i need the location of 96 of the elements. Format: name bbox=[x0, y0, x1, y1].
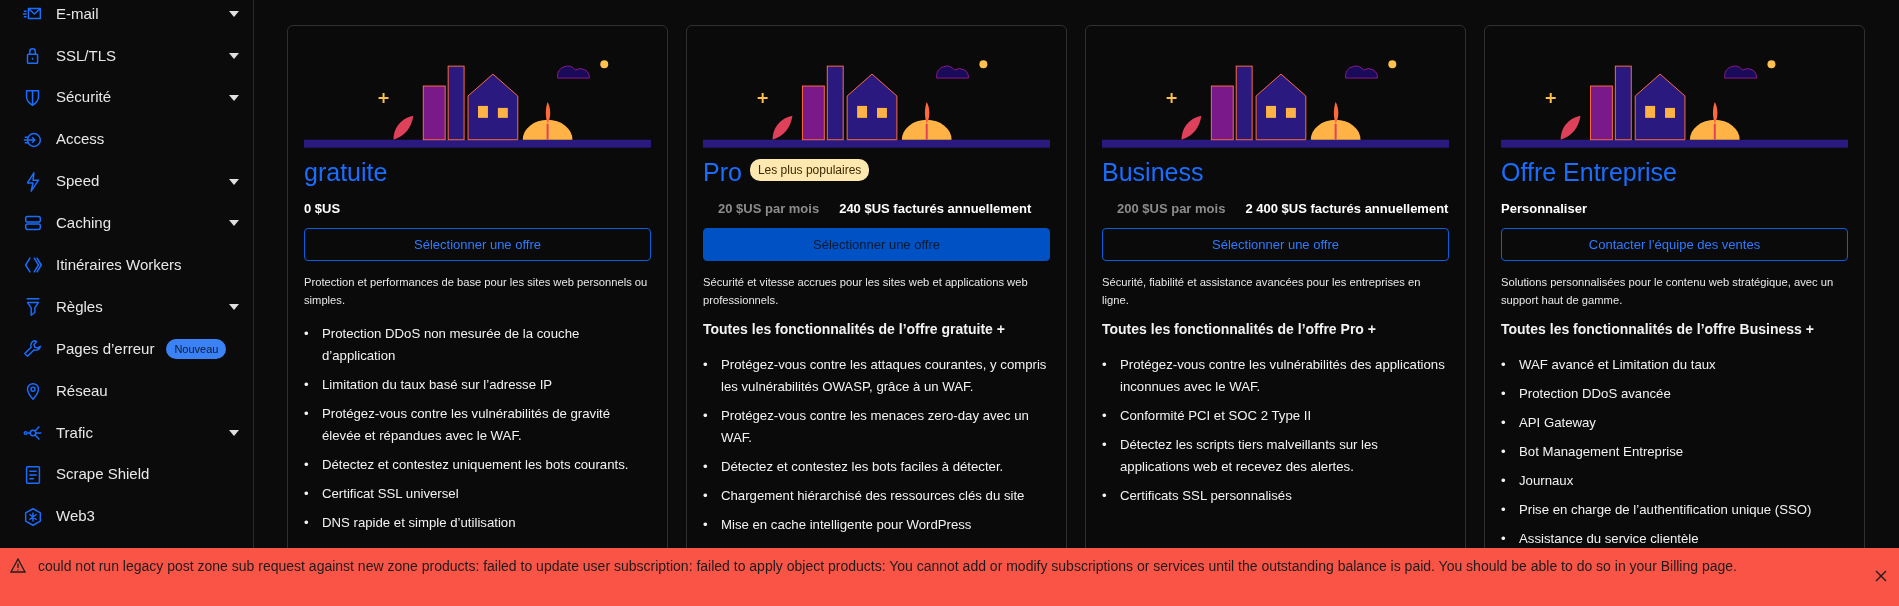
sidebar-item[interactable]: Scrape Shield bbox=[22, 453, 239, 496]
features-heading: Toutes les fonctionnalités de l’offre Business + bbox=[1501, 320, 1815, 339]
sidebar-item-label: Web3 bbox=[56, 506, 95, 527]
sidebar-item[interactable]: Web3 bbox=[22, 495, 239, 538]
sidebar-item[interactable]: Caching bbox=[22, 202, 239, 245]
sidebar-item[interactable]: Speed bbox=[22, 160, 239, 203]
feature-item: Assistance du service clientèle bbox=[1519, 530, 1699, 548]
bullet: • bbox=[703, 407, 709, 425]
feature-item: Détectez les scripts tiers malveillants sur les applications web et recevez des alertes. bbox=[1120, 436, 1379, 476]
sidebar-item-label: Itinéraires Workers bbox=[56, 255, 182, 276]
close-icon[interactable] bbox=[1875, 570, 1887, 582]
feature-item: Protection DDoS non mesurée de la couche d’application bbox=[322, 325, 581, 365]
feature-item: Prise en charge de l’authentification unique (SSO) bbox=[1519, 501, 1812, 519]
feature-item: Protection DDoS avancée bbox=[1519, 385, 1671, 403]
bullet: • bbox=[1501, 385, 1507, 403]
cube-icon bbox=[22, 505, 44, 528]
plan-description: Protection et performances de base pour les sites web personnels ou simples. bbox=[304, 275, 649, 308]
monthly-price: 200 $US par mois bbox=[1116, 199, 1226, 218]
bullet: • bbox=[1102, 436, 1108, 454]
feature-item: Détectez et contestez uniquement les bots courants. bbox=[322, 456, 629, 474]
sidebar-item-label: E-mail bbox=[56, 3, 99, 24]
bullet: • bbox=[304, 485, 310, 503]
new-badge: Nouveau bbox=[166, 338, 227, 360]
bullet: • bbox=[703, 356, 709, 374]
sidebar-item[interactable]: Sécurité bbox=[22, 76, 239, 119]
plan-description: Sécurité, fiabilité et assistance avancées pour les entreprises en ligne. bbox=[1102, 275, 1422, 308]
plan-description: Solutions personnalisées pour le contenu web stratégique, avec un support haut de gamme. bbox=[1501, 275, 1835, 308]
bullet: • bbox=[1102, 356, 1108, 374]
error-message: could not run legacy post zone sub request against new zone products: failed to update user subscription: failed to apply object products: You cannot add or modify subscriptions or services until the outstanding balance is paid. You should be able to do so in your Billing page. bbox=[38, 557, 1738, 576]
sidebar-item[interactable]: Access bbox=[22, 118, 239, 161]
bullet: • bbox=[1501, 356, 1507, 374]
sidebar-item[interactable]: Réseau bbox=[22, 370, 239, 412]
feature-item: Protégez-vous contre les menaces zero-day avec un WAF. bbox=[721, 407, 1030, 447]
warning-icon bbox=[10, 558, 26, 573]
plan-description: Sécurité et vitesse accrues pour les sites web et applications web professionnels. bbox=[703, 275, 1029, 308]
feature-item: Protégez-vous contre les vulnérabilités des applications inconnues avec le WAF. bbox=[1120, 356, 1446, 396]
feature-item: WAF avancé et Limitation du taux bbox=[1519, 356, 1716, 374]
bullet: • bbox=[703, 487, 709, 505]
sidebar-item-label: Caching bbox=[56, 213, 112, 234]
plan-title: Business bbox=[1102, 157, 1204, 188]
feature-item: Détectez et contestez les bots faciles à détecter. bbox=[721, 458, 1004, 476]
features-heading: Toutes les fonctionnalités de l’offre gratuite + bbox=[703, 320, 1006, 339]
bullet: • bbox=[1501, 443, 1507, 461]
plan-price: 240 $US facturés annuellement bbox=[839, 200, 1032, 218]
feature-item: Protégez-vous contre les attaques courantes, y compris les vulnérabilités OWASP, grâce à un WAF. bbox=[721, 356, 1048, 396]
bullet: • bbox=[1501, 414, 1507, 432]
bullet: • bbox=[1501, 472, 1507, 490]
plan-title: Pro bbox=[703, 157, 742, 188]
plan-title: Offre Entreprise bbox=[1501, 157, 1677, 188]
bullet: • bbox=[1501, 530, 1507, 548]
feature-item: Protégez-vous contre les vulnérabilités de gravité élevée et répandues avec le WAF. bbox=[322, 405, 612, 445]
plan-title: gratuite bbox=[304, 157, 388, 188]
bullet: • bbox=[703, 516, 709, 534]
bullet: • bbox=[1102, 487, 1108, 505]
bullet: • bbox=[304, 325, 310, 343]
sidebar-item-label: Sécurité bbox=[56, 87, 112, 108]
select-plan-button[interactable]: Sélectionner une offre bbox=[1102, 227, 1449, 261]
sidebar-item[interactable]: Règles bbox=[22, 286, 239, 329]
bullet: • bbox=[703, 458, 709, 476]
feature-item: Bot Management Entreprise bbox=[1519, 443, 1684, 461]
sidebar-item-label: Pages d’erreur bbox=[56, 338, 155, 359]
bullet: • bbox=[304, 405, 310, 423]
sidebar-item[interactable]: Trafic bbox=[22, 411, 239, 454]
select-plan-button[interactable]: Contacter l’équipe des ventes bbox=[1501, 227, 1848, 261]
bullet: • bbox=[304, 514, 310, 532]
bullet: • bbox=[304, 376, 310, 394]
feature-item: Chargement hiérarchisé des ressources clés du site bbox=[721, 487, 1025, 505]
features-heading: Toutes les fonctionnalités de l’offre Pro + bbox=[1102, 320, 1377, 339]
feature-item: DNS rapide et simple d’utilisation bbox=[322, 514, 516, 532]
sidebar-item-label: Access bbox=[56, 129, 105, 150]
bullet: • bbox=[304, 456, 310, 474]
plan-price: 0 $US bbox=[304, 200, 341, 218]
monthly-price: 20 $US par mois bbox=[717, 199, 820, 218]
sidebar-item-label: Règles bbox=[56, 296, 103, 317]
feature-item: Conformité PCI et SOC 2 Type II bbox=[1120, 407, 1312, 425]
feature-item: Certificat SSL universel bbox=[322, 485, 459, 503]
select-plan-button[interactable]: Sélectionner une offre bbox=[304, 227, 651, 261]
sidebar-item[interactable]: Itinéraires Workers bbox=[22, 244, 239, 287]
sidebar-item-label: Trafic bbox=[56, 422, 93, 443]
feature-item: Journaux bbox=[1519, 472, 1574, 490]
popular-badge: Les plus populaires bbox=[749, 158, 870, 181]
feature-item: Certificats SSL personnalisés bbox=[1120, 487, 1292, 505]
bullet: • bbox=[1102, 407, 1108, 425]
feature-item: Mise en cache intelligente pour WordPress bbox=[721, 516, 972, 534]
sidebar-item[interactable]: E-mail bbox=[22, 0, 239, 35]
sidebar-item-label: Speed bbox=[56, 171, 100, 192]
sidebar-item-label: SSL/TLS bbox=[56, 45, 117, 66]
sidebar-item[interactable]: Pages d’erreur Nouveau bbox=[22, 328, 239, 370]
plan-price: Personnaliser bbox=[1501, 200, 1587, 218]
sidebar-item[interactable]: SSL/TLS bbox=[22, 34, 239, 77]
plan-price: 2 400 $US facturés annuellement bbox=[1245, 200, 1449, 218]
feature-item: API Gateway bbox=[1519, 414, 1596, 432]
sidebar-item-label: Scrape Shield bbox=[56, 464, 150, 485]
feature-item: Limitation du taux basé sur l’adresse IP bbox=[322, 376, 553, 394]
sidebar-item-label: Réseau bbox=[56, 380, 108, 401]
bullet: • bbox=[1501, 501, 1507, 519]
